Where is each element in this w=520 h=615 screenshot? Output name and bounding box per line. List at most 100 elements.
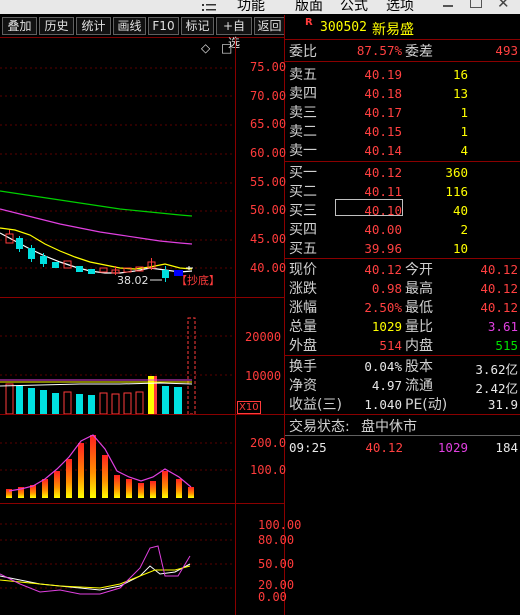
quote-value: 2.50% xyxy=(364,300,402,315)
quote-value: 40.12 xyxy=(480,262,518,277)
sell-volume: 1 xyxy=(460,105,468,120)
menu-formula[interactable]: 公式 xyxy=(340,0,368,14)
quote-label: 总量 xyxy=(289,319,317,335)
quote-value: 40.12 xyxy=(480,300,518,315)
sell-volume: 13 xyxy=(452,86,468,101)
fund-value: 1.040 xyxy=(364,397,402,412)
buy-volume: 360 xyxy=(445,165,468,180)
price-tick: 75.00 xyxy=(250,60,287,74)
buy-level-label: 买一 xyxy=(289,165,317,181)
quote-value: 3.61 xyxy=(487,319,518,334)
diamond-icon[interactable]: ◇ xyxy=(201,41,211,55)
volume-ma5 xyxy=(0,382,193,387)
quote-divider xyxy=(285,258,520,259)
minimize-icon[interactable] xyxy=(443,0,453,7)
expand-icon[interactable]: □ xyxy=(221,41,232,55)
add-watchlist-button[interactable]: +自选 xyxy=(216,17,252,50)
quote-label: 涨跌 xyxy=(289,281,317,297)
indicator2-tick: 100.00 xyxy=(258,518,302,532)
buy-price: 39.96 xyxy=(364,241,402,256)
sell-price: 40.15 xyxy=(364,124,402,139)
quote-value: 40.12 xyxy=(364,262,402,277)
stock-badge: R xyxy=(305,17,313,28)
sell-volume: 1 xyxy=(460,124,468,139)
tick-extra: 184 xyxy=(495,440,518,455)
sell-level-label: 卖二 xyxy=(289,124,317,140)
quote-value: 514 xyxy=(379,338,402,353)
draw-line-button[interactable]: 画线 xyxy=(113,17,146,35)
buy-volume: 116 xyxy=(445,184,468,199)
menu-icon[interactable] xyxy=(200,0,218,14)
sell-price: 40.14 xyxy=(364,143,402,158)
indicator2-line-d xyxy=(0,565,191,589)
indicator2-chart[interactable] xyxy=(0,504,235,615)
buy-level-label: 买五 xyxy=(289,241,317,257)
sell-level-label: 卖三 xyxy=(289,105,317,121)
indicator1-gridlines xyxy=(0,442,235,471)
stock-header: R 300502 新易盛 xyxy=(285,15,520,39)
volume-tick: 10000 xyxy=(245,369,282,383)
volume-chart[interactable] xyxy=(0,298,235,414)
header-divider xyxy=(285,39,520,40)
menubar: 功能 版面 公式 选项 ✕ xyxy=(0,0,520,14)
history-button[interactable]: 历史 xyxy=(39,17,74,35)
volume-bars xyxy=(5,317,196,414)
quote-label: 外盘 xyxy=(289,338,317,354)
sell-level-label: 卖一 xyxy=(289,143,317,159)
maximize-icon[interactable] xyxy=(470,0,482,8)
fund-label: 股本 xyxy=(405,359,433,375)
stock-code: 300502 xyxy=(320,20,367,35)
menu-layout[interactable]: 版面 xyxy=(295,0,323,14)
fund-value: 3.62亿 xyxy=(475,362,518,377)
quote-value: 0.98 xyxy=(371,281,402,296)
fund-label: PE(动) xyxy=(405,397,448,413)
ma60-line xyxy=(0,190,193,217)
indicator2-tick: 50.00 xyxy=(258,557,295,571)
fund-value: 4.97 xyxy=(371,378,402,393)
close-icon[interactable]: ✕ xyxy=(497,0,510,12)
quote-value: 515 xyxy=(495,338,518,353)
stock-name: 新易盛 xyxy=(372,22,414,38)
sell-price: 40.17 xyxy=(364,105,402,120)
menu-function[interactable]: 功能 xyxy=(237,0,265,14)
sell-level-label: 卖四 xyxy=(289,86,317,102)
buy-volume: 10 xyxy=(452,241,468,256)
status-divider xyxy=(285,414,520,415)
price-tick: 65.00 xyxy=(250,117,287,131)
volume-tick: 20000 xyxy=(245,330,282,344)
order-ratio-label: 委比 xyxy=(289,44,317,60)
kline-chart[interactable]: 38.02 【抄底】 ◇ □ xyxy=(0,38,235,297)
sell-price: 40.18 xyxy=(364,86,402,101)
menu-options[interactable]: 选项 xyxy=(386,0,414,14)
bottom-signal-label: 【抄底】 xyxy=(176,273,220,287)
fund-label: 收益(三) xyxy=(289,397,342,413)
quote-label: 涨幅 xyxy=(289,300,317,316)
axis-divider xyxy=(235,38,236,615)
fundamentals-divider xyxy=(285,355,520,356)
buy-volume: 40 xyxy=(452,203,468,218)
fund-value: 31.9 xyxy=(487,397,518,412)
quote-label: 今开 xyxy=(405,262,433,278)
ratio-divider xyxy=(285,61,520,62)
mark-button[interactable]: 标记 xyxy=(181,17,214,35)
orderbook-divider xyxy=(285,161,520,162)
order-diff-label: 委差 xyxy=(405,44,433,60)
buy-price: 40.11 xyxy=(364,184,402,199)
fund-value: 2.42亿 xyxy=(475,381,518,396)
quote-label: 量比 xyxy=(405,319,433,335)
quote-label: 最低 xyxy=(405,300,433,316)
order-ratio-value: 87.57% xyxy=(356,43,402,58)
indicator1-tick: 100.0 xyxy=(250,463,287,477)
price-tick: 55.00 xyxy=(250,175,287,189)
indicator1-chart[interactable] xyxy=(0,415,235,503)
f10-button[interactable]: F10 xyxy=(148,17,179,35)
fund-value: 0.04% xyxy=(364,359,402,374)
trade-status-label: 交易状态: xyxy=(289,419,350,435)
statistics-button[interactable]: 统计 xyxy=(76,17,111,35)
back-button[interactable]: 返回 xyxy=(254,17,285,35)
indicator1-bars xyxy=(6,435,194,498)
overlay-button[interactable]: 叠加 xyxy=(2,17,37,35)
price-tick: 40.00 xyxy=(250,261,287,275)
buy-price: 40.00 xyxy=(364,222,402,237)
indicator2-line-k xyxy=(0,563,191,591)
